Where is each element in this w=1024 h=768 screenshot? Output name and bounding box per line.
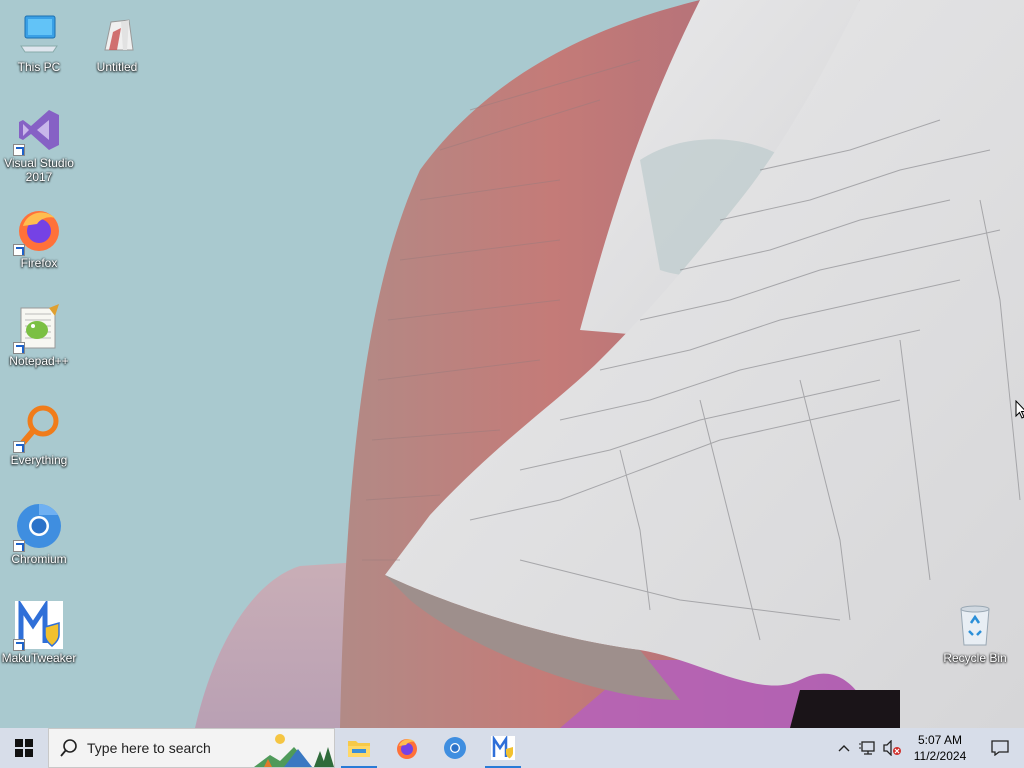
taskbar-makutweaker[interactable]: [479, 728, 527, 768]
volume-muted-icon: [883, 740, 901, 756]
everything-search-icon: [13, 403, 63, 453]
network-icon: [859, 741, 875, 755]
desktop-icon-visual-studio[interactable]: Visual Studio 2017: [1, 106, 77, 184]
desktop-icon-notepad-plus-plus[interactable]: Notepad++: [1, 304, 77, 368]
clock-date: 11/2/2024: [913, 749, 967, 763]
taskbar-search-box[interactable]: Type here to search: [48, 728, 335, 768]
wallpaper-art: [195, 0, 1024, 728]
file-explorer-icon: [348, 741, 370, 757]
desktop-icon-label: Everything: [10, 453, 68, 467]
search-placeholder: Type here to search: [87, 740, 211, 756]
firefox-icon: [13, 206, 63, 256]
shortcut-arrow-icon: [13, 441, 25, 453]
clock[interactable]: 5:07 AM 11/2/2024: [904, 732, 976, 764]
desktop-icon-label: Recycle Bin: [943, 651, 1007, 665]
shortcut-arrow-icon: [13, 342, 25, 354]
desktop-icon-label: Untitled: [96, 60, 138, 74]
start-button[interactable]: [0, 728, 48, 768]
volume-button[interactable]: [880, 728, 904, 768]
desktop-icon-recycle-bin[interactable]: Recycle Bin: [937, 601, 1013, 665]
taskbar-file-explorer[interactable]: [335, 728, 383, 768]
desktop-icon-firefox[interactable]: Firefox: [1, 206, 77, 270]
shortcut-arrow-icon: [13, 244, 25, 256]
taskbar-firefox[interactable]: [383, 728, 431, 768]
desktop-icon-makutweaker[interactable]: MakuTweaker: [1, 598, 77, 665]
taskbar-chromium[interactable]: [431, 728, 479, 768]
network-status-button[interactable]: [856, 728, 880, 768]
system-tray: 5:07 AM 11/2/2024: [832, 728, 1024, 768]
desktop-icon-label: MakuTweaker: [1, 651, 77, 665]
show-hidden-icons-button[interactable]: [832, 728, 856, 768]
recycle-bin-icon: [951, 601, 999, 649]
shortcut-arrow-icon: [13, 144, 25, 156]
visual-studio-icon: [13, 106, 63, 156]
firefox-icon: [397, 739, 417, 759]
taskbar: Type here to search 5:07 AM 11/2/2024: [0, 728, 1024, 768]
this-pc-icon: [15, 10, 63, 58]
chevron-up-icon: [838, 745, 850, 752]
desktop-icon-everything[interactable]: Everything: [1, 403, 77, 467]
desktop-icon-this-pc[interactable]: This PC: [1, 10, 77, 74]
chromium-icon: [13, 502, 63, 552]
windows-logo-icon: [15, 739, 33, 757]
notepad-plus-plus-icon: [13, 304, 63, 354]
notification-icon: [991, 740, 1009, 756]
desktop-icon-untitled[interactable]: Untitled: [79, 10, 155, 74]
desktop-wallpaper: [0, 0, 1024, 728]
desktop-icon-chromium[interactable]: Chromium: [1, 502, 77, 566]
search-icon: [60, 739, 77, 757]
desktop-icon-label: Notepad++: [9, 354, 69, 368]
desktop-icon-label: Chromium: [11, 552, 67, 566]
shortcut-arrow-icon: [13, 540, 25, 552]
untitled-file-icon: [93, 10, 141, 58]
clock-time: 5:07 AM: [917, 733, 963, 747]
desktop-icon-label: This PC: [17, 60, 61, 74]
desktop-icon-label: Firefox: [20, 256, 58, 270]
desktop-icon-label: Visual Studio 2017: [4, 156, 74, 184]
action-center-button[interactable]: [976, 728, 1024, 768]
shortcut-arrow-icon: [13, 639, 25, 651]
makutweaker-icon: [13, 598, 63, 651]
mouse-cursor-icon: [1015, 399, 1024, 425]
chromium-icon: [444, 737, 466, 759]
makutweaker-icon: [491, 736, 515, 760]
search-highlight-illustration: [254, 734, 334, 767]
